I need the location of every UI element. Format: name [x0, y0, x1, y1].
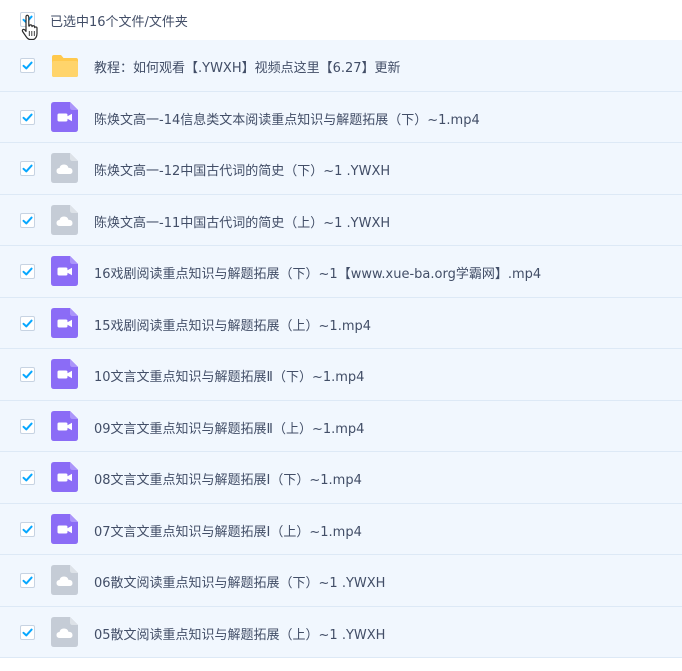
file-row[interactable]: 陈焕文高一-14信息类文本阅读重点知识与解题拓展（下）~1.mp4 — [0, 91, 682, 143]
file-row[interactable]: 16戏剧阅读重点知识与解题拓展（下）~1【www.xue-ba.org学霸网】.… — [0, 246, 682, 298]
file-checkbox[interactable] — [20, 418, 35, 434]
file-checkbox[interactable] — [20, 367, 35, 382]
video-file-icon — [51, 256, 79, 286]
check-icon — [22, 576, 33, 585]
video-file-icon — [51, 462, 79, 492]
file-checkbox[interactable] — [20, 470, 35, 485]
cloud-file-icon — [51, 204, 79, 235]
cloud-file-icon — [51, 153, 79, 183]
file-row[interactable]: 15戏剧阅读重点知识与解题拓展（上）~1.mp4 — [0, 297, 682, 349]
file-name[interactable]: 陈焕文高一-11中国古代词的简史（上）~1 .YWXH — [94, 212, 390, 231]
file-row[interactable]: 06散文阅读重点知识与解题拓展（下）~1 .YWXH — [0, 555, 682, 607]
file-row[interactable]: 陈焕文高一-11中国古代词的简史（上）~1 .YWXH — [0, 194, 682, 246]
video-file-icon — [51, 410, 79, 441]
selection-header: 已选中16个文件/文件夹 — [0, 0, 682, 41]
file-row[interactable]: 10文言文重点知识与解题拓展Ⅱ（下）~1.mp4 — [0, 349, 682, 401]
check-icon — [22, 113, 33, 121]
file-name[interactable]: 07文言文重点知识与解题拓展Ⅰ（上）~1.mp4 — [94, 521, 362, 540]
check-icon — [22, 216, 33, 224]
file-name[interactable]: 06散文阅读重点知识与解题拓展（下）~1 .YWXH — [94, 572, 385, 591]
video-file-icon — [51, 101, 79, 132]
file-name[interactable]: 10文言文重点知识与解题拓展Ⅱ（下）~1.mp4 — [94, 366, 364, 385]
file-checkbox[interactable] — [20, 521, 35, 537]
check-icon — [22, 525, 33, 533]
file-row[interactable]: 05散文阅读重点知识与解题拓展（上）~1 .YWXH — [0, 606, 682, 658]
check-icon — [22, 319, 33, 327]
check-icon — [22, 473, 33, 482]
file-checkbox[interactable] — [20, 161, 35, 176]
file-checkbox[interactable] — [20, 264, 35, 279]
cloud-file-icon — [51, 565, 79, 595]
video-file-icon — [51, 307, 79, 338]
file-name[interactable]: 15戏剧阅读重点知识与解题拓展（上）~1.mp4 — [94, 315, 371, 334]
check-icon — [22, 267, 33, 276]
selection-count-text: 已选中16个文件/文件夹 — [50, 15, 188, 30]
file-checkbox[interactable] — [20, 573, 35, 588]
file-row[interactable]: 08文言文重点知识与解题拓展Ⅰ（下）~1.mp4 — [0, 452, 682, 504]
file-row[interactable]: 教程：如何观看【.YWXH】视频点这里【6.27】更新 — [0, 40, 682, 92]
file-name[interactable]: 陈焕文高一-12中国古代词的简史（下）~1 .YWXH — [94, 160, 390, 179]
video-file-icon — [51, 359, 79, 389]
check-icon — [22, 164, 33, 173]
file-row[interactable]: 07文言文重点知识与解题拓展Ⅰ（上）~1.mp4 — [0, 503, 682, 555]
file-name[interactable]: 08文言文重点知识与解题拓展Ⅰ（下）~1.mp4 — [94, 469, 362, 488]
cloud-file-icon — [51, 616, 79, 647]
file-name[interactable]: 05散文阅读重点知识与解题拓展（上）~1 .YWXH — [94, 624, 385, 643]
file-checkbox[interactable] — [20, 212, 35, 228]
check-icon — [22, 422, 33, 430]
check-icon — [22, 370, 33, 379]
file-checkbox[interactable] — [20, 624, 35, 640]
video-file-icon — [51, 513, 79, 544]
file-name[interactable]: 教程：如何观看【.YWXH】视频点这里【6.27】更新 — [94, 57, 401, 76]
file-name[interactable]: 16戏剧阅读重点知识与解题拓展（下）~1【www.xue-ba.org学霸网】.… — [94, 263, 541, 282]
file-checkbox[interactable] — [20, 109, 35, 125]
check-icon — [22, 61, 33, 70]
folder-icon — [51, 50, 79, 80]
file-row[interactable]: 09文言文重点知识与解题拓展Ⅱ（上）~1.mp4 — [0, 400, 682, 452]
file-name[interactable]: 陈焕文高一-14信息类文本阅读重点知识与解题拓展（下）~1.mp4 — [94, 109, 480, 128]
file-row[interactable]: 陈焕文高一-12中国古代词的简史（下）~1 .YWXH — [0, 143, 682, 195]
file-checkbox[interactable] — [20, 58, 35, 73]
file-name[interactable]: 09文言文重点知识与解题拓展Ⅱ（上）~1.mp4 — [94, 418, 364, 437]
file-checkbox[interactable] — [20, 315, 35, 331]
file-list: 教程：如何观看【.YWXH】视频点这里【6.27】更新陈焕文高一-14信息类文本… — [0, 40, 682, 658]
check-icon — [22, 628, 33, 636]
